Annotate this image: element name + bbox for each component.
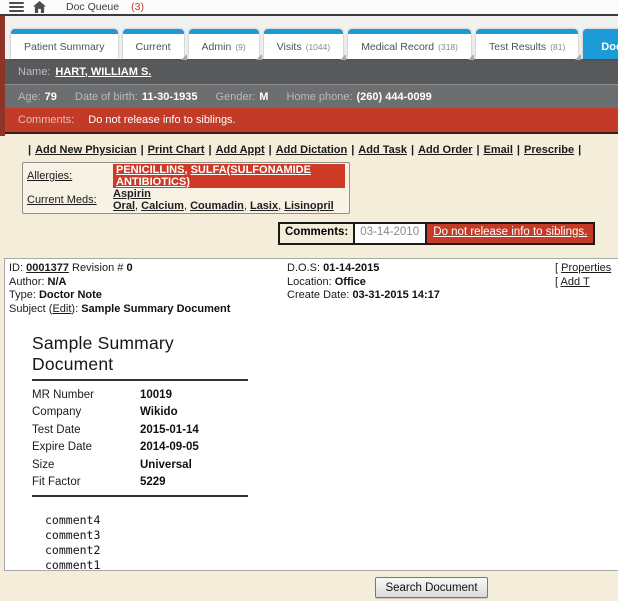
document-comment-lines: comment4 comment3 comment2 comment1 — [45, 513, 618, 573]
table-row: Expire Date 2014-09-05 — [32, 441, 199, 454]
tab-count: (318) — [438, 41, 458, 52]
email-link[interactable]: Email — [484, 144, 513, 156]
metadata-column-left: ID: 0001377 Revision # 0 Author: N/A Typ… — [9, 262, 231, 315]
allergies-value: PENICILLINS, SULFA(SULFONAMIDE ANTIBIOTI… — [113, 164, 345, 188]
tab-label: Medical Record — [361, 40, 435, 53]
comments-label: Comments: — [18, 114, 75, 126]
doc-comments-text-link[interactable]: Do not release info to siblings. — [425, 224, 594, 243]
prescribe-link[interactable]: Prescribe — [524, 144, 574, 156]
comment-line: comment1 — [45, 558, 101, 572]
tab-count: (1044) — [305, 41, 331, 52]
add-template-link[interactable]: Add T — [561, 276, 590, 288]
add-dictation-link[interactable]: Add Dictation — [276, 144, 348, 156]
document-fields-table: MR Number 10019 Company Wikido Test Date… — [32, 386, 248, 497]
search-document-button[interactable]: Search Document — [375, 577, 488, 598]
med-link[interactable]: Lasix — [250, 200, 278, 212]
top-bar: Doc Queue (3) — [0, 0, 618, 14]
allergy-meds-box: Allergies: PENICILLINS, SULFA(SULFONAMID… — [22, 162, 350, 214]
table-row: Test Date 2015-01-14 — [32, 423, 199, 436]
tab-label: Current — [135, 40, 171, 53]
doc-comments-date-field[interactable]: 03-14-2010 — [353, 224, 426, 243]
document-body: Sample Summary Document MR Number 10019 … — [5, 316, 618, 573]
table-row: Company Wikido — [32, 406, 178, 419]
allergies-row: Allergies: PENICILLINS, SULFA(SULFONAMID… — [27, 164, 345, 188]
action-links-row: | Add New Physician | Print Chart | Add Appt |… — [28, 144, 582, 156]
tab-medical-record[interactable]: Medical Record (318) — [348, 29, 474, 60]
comment-line: comment3 — [45, 528, 101, 542]
patient-comments-bar: Comments: Do not release info to sibling… — [0, 108, 618, 134]
home-icon[interactable] — [33, 1, 46, 13]
med-link[interactable]: Lisinopril — [284, 200, 334, 212]
tab-label: Admin — [201, 40, 232, 53]
add-new-physician-link[interactable]: Add New Physician — [35, 144, 136, 156]
tab-visits[interactable]: Visits (1044) — [263, 29, 347, 60]
current-meds-label-link[interactable]: Current Meds: — [27, 194, 113, 206]
med-link[interactable]: Calcium — [141, 200, 184, 212]
demographic-item: Age: 79 — [18, 90, 57, 103]
hamburger-menu-icon[interactable] — [9, 2, 24, 12]
allergies-label-link[interactable]: Allergies: — [27, 170, 113, 182]
demographic-item: Home phone: (260) 444-0099 — [286, 90, 432, 103]
table-row: MR Number 10019 — [32, 388, 172, 401]
tab-label: Visits — [276, 40, 302, 53]
tab-count: (81) — [550, 41, 566, 52]
tab-dropdown-fold-icon — [467, 54, 474, 60]
meds-list: Aspirin Oral, Calcium, Coumadin, Lasix, … — [113, 188, 334, 212]
patient-name-link[interactable]: HART, WILLIAM S. — [55, 66, 151, 78]
comment-line: comment2 — [45, 543, 101, 557]
comment-line: comment4 — [45, 513, 101, 527]
document-metadata: ID: 0001377 Revision # 0 Author: N/A Typ… — [5, 259, 618, 316]
metadata-column-right: [ Properties [ Add T — [555, 262, 612, 288]
name-label: Name: — [18, 65, 51, 78]
tab-patient-summary[interactable]: Patient Summary — [11, 29, 118, 59]
comments-text: Do not release info to siblings. — [88, 114, 236, 126]
add-appt-link[interactable]: Add Appt — [216, 144, 265, 156]
tab-dropdown-fold-icon — [340, 54, 347, 60]
doc-comments-label: Comments: — [280, 224, 354, 243]
add-order-link[interactable]: Add Order — [418, 144, 472, 156]
table-row: Size Universal — [32, 458, 192, 471]
properties-link[interactable]: Properties — [561, 262, 611, 274]
edit-subject-link[interactable]: Edit — [52, 303, 71, 315]
tab-dropdown-fold-icon — [180, 54, 187, 60]
main-content: | Add New Physician | Print Chart | Add Appt |… — [0, 134, 618, 598]
metadata-column-middle: D.O.S: 01-14-2015 Location: Office Creat… — [287, 262, 440, 301]
print-chart-link[interactable]: Print Chart — [148, 144, 205, 156]
tab-label: Test Results — [488, 40, 547, 53]
patient-name-bar: Name: HART, WILLIAM S. — [5, 59, 618, 84]
app-window: Doc Queue (3) Patient Summary Current Ad… — [0, 0, 618, 601]
allergy-link[interactable]: PENICILLINS — [116, 164, 184, 176]
tab-label: Document S — [601, 40, 618, 53]
tab-dropdown-fold-icon — [255, 54, 262, 60]
add-task-link[interactable]: Add Task — [358, 144, 407, 156]
button-row: Search Document — [0, 577, 618, 598]
page-title: Doc Queue — [66, 1, 120, 13]
demographic-item: Date of birth: 11-30-1935 — [74, 90, 198, 103]
document-panel: ID: 0001377 Revision # 0 Author: N/A Typ… — [4, 258, 618, 573]
tab-current[interactable]: Current — [122, 29, 187, 60]
tab-dropdown-fold-icon — [575, 54, 582, 60]
doc-queue-count: (3) — [131, 1, 144, 13]
tab-admin[interactable]: Admin (9) — [188, 29, 262, 60]
demographic-item: Gender: M — [215, 90, 269, 103]
tab-document-storage[interactable]: Document S — [583, 29, 618, 59]
document-comments-widget: Comments: 03-14-2010 Do not release info… — [278, 222, 596, 245]
tab-label: Patient Summary — [24, 40, 105, 53]
table-row: Fit Factor 5229 — [32, 476, 166, 489]
patient-demographics-bar: Age: 79 Date of birth: 11-30-1935 Gender: M… — [5, 84, 618, 108]
document-id-link[interactable]: 0001377 — [26, 262, 69, 274]
tab-count: (9) — [235, 41, 246, 52]
left-accent-strip — [0, 16, 5, 136]
tab-test-results[interactable]: Test Results (81) — [475, 29, 582, 60]
document-title: Sample Summary Document — [32, 333, 248, 381]
med-link[interactable]: Coumadin — [190, 200, 244, 212]
tab-bar: Patient Summary Current Admin (9) Visits… — [0, 16, 618, 60]
current-meds-row: Current Meds: Aspirin Oral, Calcium, Cou… — [27, 188, 345, 212]
